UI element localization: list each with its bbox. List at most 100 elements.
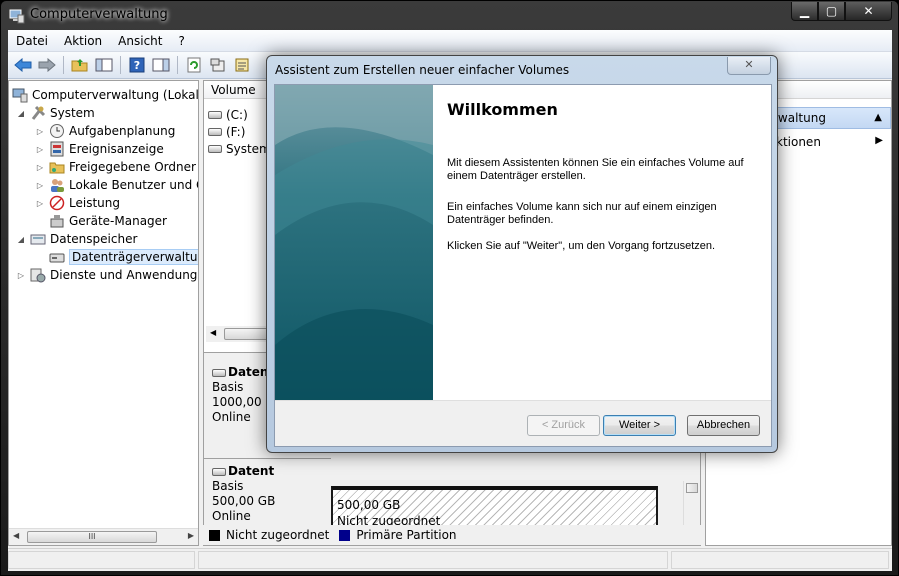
legend-swatch-primary xyxy=(339,529,351,541)
disk-size: 500,00 GB xyxy=(212,494,276,508)
help-icon[interactable]: ? xyxy=(126,54,148,76)
volume-name: (C:) xyxy=(226,108,248,122)
divider xyxy=(204,458,331,459)
svg-text:?: ? xyxy=(134,59,140,72)
scroll-thumb[interactable] xyxy=(686,483,698,493)
menu-bar: Datei Aktion Ansicht ? xyxy=(8,30,892,52)
scroll-left-icon[interactable]: ◀ xyxy=(13,531,19,540)
volume-header-label: Volume xyxy=(211,83,256,97)
title-bar[interactable]: Computerverwaltung ▁ ▢ ✕ xyxy=(1,1,898,30)
disk-status: Online xyxy=(212,509,251,523)
disk-icon xyxy=(212,368,226,377)
toolbar-separator xyxy=(177,56,178,74)
tree-item-datentraegerverwaltung[interactable]: Datenträgerverwaltung xyxy=(49,248,198,266)
tree-item-leistung[interactable]: ▷ Leistung xyxy=(35,194,120,212)
cancel-button[interactable]: Abbrechen xyxy=(687,415,760,436)
tree-item-freigegebene-ordner[interactable]: ▷ Freigegebene Ordner xyxy=(35,158,196,176)
navigation-tree: Computerverwaltung (Lokal) ◢ System ▷ Au… xyxy=(8,80,199,546)
tree-item-aufgabenplanung[interactable]: ▷ Aufgabenplanung xyxy=(35,122,175,140)
volume-row[interactable]: (C:) xyxy=(208,107,248,123)
wizard-paragraph-3: Klicken Sie auf "Weiter", um den Vorgang… xyxy=(447,240,716,252)
tree-label: Computerverwaltung (Lokal) xyxy=(32,88,199,102)
tree-item-datenspeicher[interactable]: ◢ Datenspeicher xyxy=(16,230,137,248)
services-icon xyxy=(30,268,46,283)
drive-icon xyxy=(208,145,222,153)
refresh-icon[interactable] xyxy=(183,54,205,76)
shared-folder-icon xyxy=(49,162,65,174)
wizard-button-row: < Zurück Weiter > Abbrechen xyxy=(275,400,771,446)
minimize-button[interactable]: ▁ xyxy=(791,2,818,21)
scroll-thumb[interactable]: III xyxy=(27,531,157,543)
performance-icon xyxy=(49,195,65,211)
tree-horizontal-scrollbar[interactable]: ◀ III ▶ xyxy=(9,528,198,545)
wizard-paragraph-1: Mit diesem Assistenten können Sie ein ei… xyxy=(447,157,744,182)
tree-label: Geräte-Manager xyxy=(69,214,167,228)
collapse-triangle-icon[interactable]: ◢ xyxy=(16,109,26,118)
dialog-title: Assistent zum Erstellen neuer einfacher … xyxy=(275,63,570,77)
expand-triangle-icon[interactable]: ▷ xyxy=(35,127,45,136)
expand-triangle-icon[interactable]: ▷ xyxy=(16,271,26,280)
toolbar-separator xyxy=(63,56,64,74)
expand-triangle-icon[interactable]: ▷ xyxy=(35,199,45,208)
collapse-triangle-icon[interactable]: ◢ xyxy=(16,235,26,244)
tree-label: Datenspeicher xyxy=(50,232,138,246)
expand-triangle-icon[interactable]: ▷ xyxy=(35,163,45,172)
tree-item-ereignisanzeige[interactable]: ▷ Ereignisanzeige xyxy=(35,140,164,158)
computer-management-icon xyxy=(9,9,25,24)
tree-label: Datenträgerverwaltung xyxy=(69,249,198,265)
close-button[interactable]: ✕ xyxy=(845,2,892,21)
status-bar xyxy=(8,548,892,571)
disk-1-info[interactable]: Datent Basis 500,00 GB Online xyxy=(212,464,275,524)
show-hide-actions-icon[interactable] xyxy=(150,54,172,76)
forward-arrow-icon[interactable] xyxy=(36,54,58,76)
wizard-paragraph-2: Ein einfaches Volume kann sich nur auf e… xyxy=(447,201,717,226)
volume-row[interactable]: (F:) xyxy=(208,124,245,140)
menu-datei[interactable]: Datei xyxy=(8,34,56,48)
event-viewer-icon xyxy=(50,141,64,157)
new-simple-volume-wizard: Assistent zum Erstellen neuer einfacher … xyxy=(266,55,778,453)
expand-triangle-icon[interactable]: ▷ xyxy=(35,181,45,190)
menu-ansicht[interactable]: Ansicht xyxy=(110,34,170,48)
status-cell xyxy=(198,551,668,569)
volume-name: (F:) xyxy=(226,125,246,139)
dialog-close-button[interactable]: ✕ xyxy=(727,57,771,75)
status-cell xyxy=(671,551,889,569)
tree-item-dienste-anwendungen[interactable]: ▷ Dienste und Anwendungen xyxy=(16,266,198,284)
tree-item-computerverwaltung[interactable]: Computerverwaltung (Lokal) xyxy=(12,86,199,104)
export-list-icon[interactable] xyxy=(231,54,253,76)
scroll-right-icon[interactable]: ▶ xyxy=(188,531,194,540)
actions-more-item[interactable]: ktionen xyxy=(776,135,821,149)
tree-label: Freigegebene Ordner xyxy=(69,160,196,174)
tree-item-geraete-manager[interactable]: Geräte-Manager xyxy=(49,212,167,230)
drive-icon xyxy=(208,128,222,136)
disk-name: Datent xyxy=(228,464,275,478)
toolbar-separator xyxy=(120,56,121,74)
expand-triangle-icon[interactable]: ▷ xyxy=(35,145,45,154)
properties-icon[interactable] xyxy=(207,54,229,76)
menu-help[interactable]: ? xyxy=(170,34,192,48)
up-folder-icon[interactable] xyxy=(69,54,91,76)
disk-icon xyxy=(212,467,226,476)
disk-management-icon xyxy=(49,253,65,263)
tools-icon xyxy=(31,105,46,120)
show-hide-tree-icon[interactable] xyxy=(93,54,115,76)
back-arrow-icon[interactable] xyxy=(12,54,34,76)
drive-icon xyxy=(208,111,222,119)
wizard-content: Willkommen Mit diesem Assistenten können… xyxy=(433,85,771,400)
device-manager-icon xyxy=(50,215,64,228)
tree-item-lokale-benutzer[interactable]: ▷ Lokale Benutzer und Gr xyxy=(35,176,198,194)
next-button[interactable]: Weiter > xyxy=(603,415,676,436)
tree-label: Aufgabenplanung xyxy=(69,124,176,138)
storage-icon xyxy=(30,234,46,245)
unallocated-size: 500,00 GB xyxy=(337,498,401,512)
tree-item-system[interactable]: ◢ System xyxy=(16,104,95,122)
back-button[interactable]: < Zurück xyxy=(527,415,600,436)
maximize-button[interactable]: ▢ xyxy=(818,2,845,21)
menu-aktion[interactable]: Aktion xyxy=(56,34,110,48)
submenu-arrow-icon[interactable]: ▶ xyxy=(875,135,883,146)
wizard-heading: Willkommen xyxy=(447,100,558,119)
scroll-left-icon[interactable]: ◀ xyxy=(210,328,216,337)
collapse-up-icon[interactable]: ▲ xyxy=(874,112,882,123)
dialog-body: Willkommen Mit diesem Assistenten können… xyxy=(274,84,772,447)
users-icon xyxy=(51,179,64,192)
